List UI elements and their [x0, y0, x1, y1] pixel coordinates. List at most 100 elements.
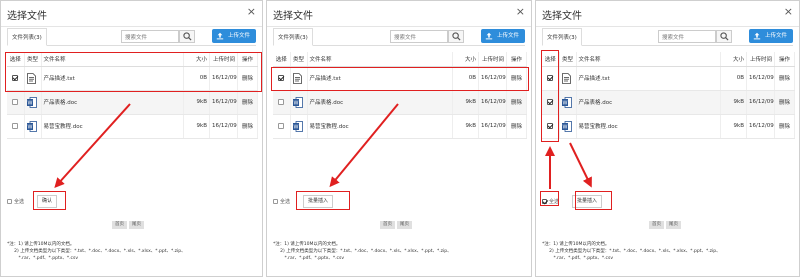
toolbar: 文件列表(3) 上传文件 [7, 28, 256, 46]
file-name[interactable]: 易营宝教程.doc [576, 114, 721, 139]
select-all[interactable]: 全选 [273, 198, 290, 205]
file-name[interactable]: 易营宝教程.doc [307, 114, 453, 139]
note-line: 2) 上传文档类型为以下类型：*.txt、*.doc、*.docx、*.xls、… [542, 249, 721, 254]
delete-link[interactable]: 删除 [774, 114, 795, 139]
note-line: 2) 上传文档类型为以下类型：*.txt、*.doc、*.docx、*.xls、… [273, 249, 452, 254]
note-line: *注：1) 请上传10M以内的文档。 [273, 242, 341, 247]
select-all-checkbox[interactable] [7, 199, 12, 204]
upload-button[interactable]: 上传文件 [212, 29, 256, 43]
file-dialog-3: 选择文件 × 文件列表(3) 上传文件 选择 类型 文件名称 大小 上传时间 操… [535, 0, 800, 277]
note-line: *注：1) 请上传10M以内的文档。 [542, 242, 610, 247]
tab-file-list[interactable]: 文件列表(3) [542, 28, 582, 46]
file-dialog-2: 选择文件 × 文件列表(3) 上传文件 选择 类型 文件名称 大小 上传时间 操… [266, 0, 532, 277]
delete-link[interactable]: 删除 [774, 90, 795, 115]
file-name[interactable]: 产品表格.doc [307, 90, 453, 115]
upload-icon [753, 32, 761, 40]
pager: 首页 尾页 [112, 220, 146, 230]
svg-text:W: W [562, 124, 567, 130]
table-row[interactable]: W 产品表格.doc 9kB 16/12/09 删除 [273, 90, 527, 115]
table-row[interactable]: W 产品表格.doc 9kB 16/12/09 删除 [542, 90, 795, 115]
delete-link[interactable]: 删除 [237, 90, 258, 115]
last-page-button[interactable]: 尾页 [397, 221, 412, 229]
close-icon[interactable]: × [516, 6, 525, 17]
delete-link[interactable]: 删除 [506, 90, 527, 115]
search-input[interactable] [121, 30, 179, 43]
search-button[interactable] [448, 30, 464, 43]
file-size: 9kB [452, 114, 479, 139]
search-button[interactable] [716, 30, 732, 43]
select-all-checkbox[interactable] [273, 199, 278, 204]
search-icon [183, 32, 192, 41]
file-dialog-1: 选择文件 × 文件列表(3) 上传文件 选择 类型 文件名称 大小 上传时间 操… [0, 0, 263, 277]
upload-label: 上传文件 [227, 33, 250, 39]
col-time: 上传时间 [478, 52, 507, 67]
highlight-box [296, 191, 350, 210]
upload-icon [216, 32, 224, 40]
highlight-box [5, 52, 262, 92]
search-input[interactable] [658, 30, 716, 43]
file-time: 16/12/09 [478, 114, 507, 139]
first-page-button[interactable]: 首页 [649, 221, 664, 229]
file-table: 选择 类型 文件名称 大小 上传时间 操作 产品描述.txt 0B 16/12/… [273, 52, 527, 139]
table-row[interactable]: W 易营宝教程.doc 9kB 16/12/09 删除 [273, 114, 527, 139]
upload-button[interactable]: 上传文件 [481, 29, 525, 43]
table-row[interactable]: W 易营宝教程.doc 9kB 16/12/09 删除 [542, 114, 795, 139]
tab-file-list[interactable]: 文件列表(3) [7, 28, 47, 46]
svg-text:W: W [293, 100, 298, 106]
last-page-button[interactable]: 尾页 [129, 221, 144, 229]
close-icon[interactable]: × [784, 6, 793, 17]
upload-button[interactable]: 上传文件 [749, 29, 793, 43]
file-name[interactable]: 产品表格.doc [576, 90, 721, 115]
select-all-label: 全选 [14, 199, 25, 205]
doc-file-icon: W [292, 96, 303, 108]
delete-link[interactable]: 删除 [506, 114, 527, 139]
dialog-titlebar: 选择文件 × [1, 1, 262, 27]
file-time: 16/12/09 [746, 114, 775, 139]
tab-file-list[interactable]: 文件列表(3) [273, 28, 313, 46]
file-time: 16/12/09 [746, 90, 775, 115]
close-icon[interactable]: × [247, 6, 256, 17]
table-row[interactable]: 产品描述.txt 0B 16/12/09 删除 [542, 66, 795, 91]
doc-file-icon: W [26, 96, 37, 108]
file-name[interactable]: 产品描述.txt [576, 66, 721, 91]
note-line: *.rar、*.pdf、*.pptx、*.csv [542, 256, 614, 261]
file-time: 16/12/09 [746, 66, 775, 91]
delete-link[interactable]: 删除 [774, 66, 795, 91]
note-line: *.rar、*.pdf、*.pptx、*.csv [7, 256, 79, 261]
search-button[interactable] [179, 30, 195, 43]
upload-label: 上传文件 [764, 33, 787, 39]
col-size: 大小 [720, 52, 747, 67]
select-all[interactable]: 全选 [7, 198, 24, 205]
svg-text:W: W [293, 124, 298, 130]
first-page-button[interactable]: 首页 [112, 221, 127, 229]
file-name[interactable]: 产品表格.doc [41, 90, 184, 115]
file-time: 16/12/09 [209, 114, 238, 139]
upload-notes: *注：1) 请上传10M以内的文档。 2) 上传文档类型为以下类型：*.txt、… [542, 241, 721, 262]
dialog-title: 选择文件 [542, 11, 582, 22]
col-name: 文件名称 [576, 52, 721, 67]
table-row[interactable]: W 产品表格.doc 9kB 16/12/09 删除 [7, 90, 258, 115]
highlight-box [33, 191, 66, 210]
doc-file-icon: W [26, 120, 37, 132]
search-input[interactable] [390, 30, 448, 43]
row-checkbox[interactable] [278, 98, 285, 105]
row-checkbox[interactable] [278, 122, 285, 129]
svg-text:W: W [27, 100, 32, 106]
search-icon [452, 32, 461, 41]
last-page-button[interactable]: 尾页 [666, 221, 681, 229]
file-name[interactable]: 易营宝教程.doc [41, 114, 184, 139]
row-checkbox[interactable] [12, 122, 19, 129]
txt-file-icon [561, 72, 571, 84]
col-type: 类型 [559, 52, 577, 67]
pager: 首页 尾页 [649, 220, 683, 230]
svg-text:W: W [27, 124, 32, 130]
file-size: 9kB [452, 90, 479, 115]
table-row[interactable]: W 易营宝教程.doc 9kB 16/12/09 删除 [7, 114, 258, 139]
col-op: 操作 [774, 52, 795, 67]
dialog-titlebar: 选择文件 × [536, 1, 799, 27]
highlight-box [575, 191, 612, 210]
delete-link[interactable]: 删除 [237, 114, 258, 139]
first-page-button[interactable]: 首页 [380, 221, 395, 229]
col-size: 大小 [452, 52, 479, 67]
row-checkbox[interactable] [12, 98, 19, 105]
